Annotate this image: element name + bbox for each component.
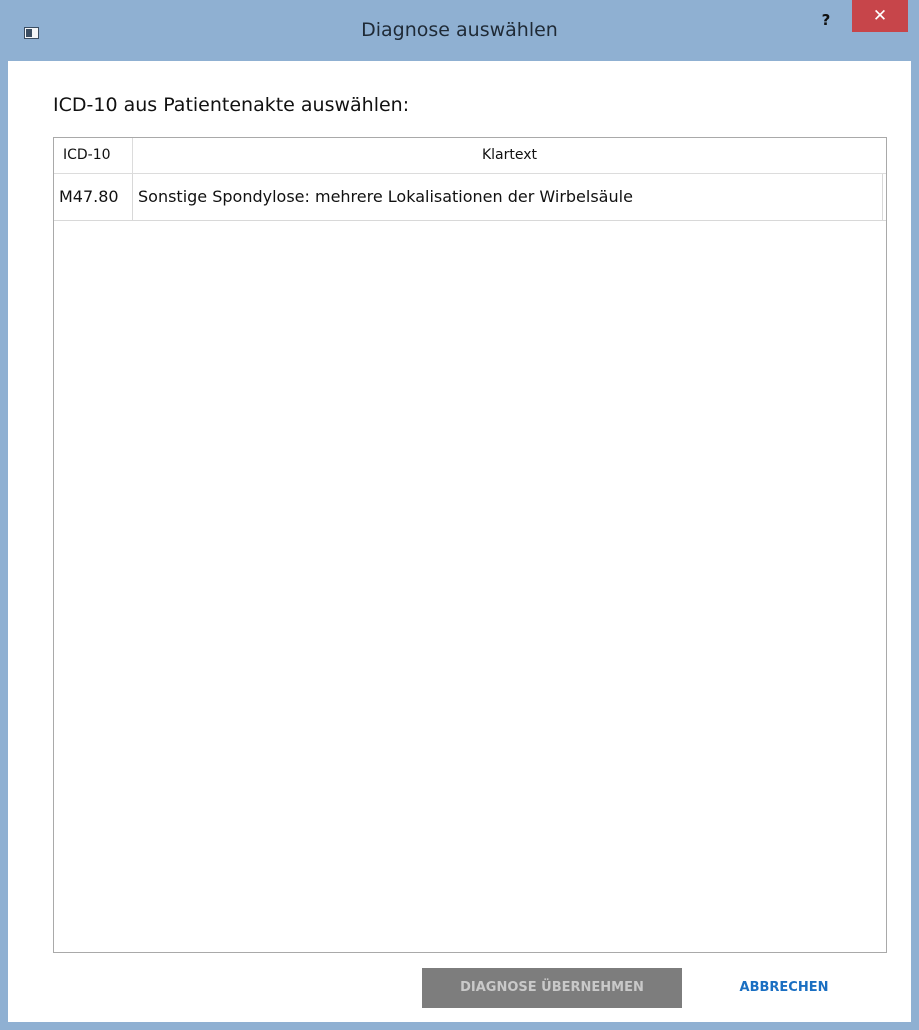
help-button[interactable]: ?	[811, 8, 841, 32]
cancel-button[interactable]: ABBRECHEN	[709, 968, 859, 1008]
accept-diagnosis-button[interactable]: DIAGNOSE ÜBERNEHMEN	[422, 968, 682, 1008]
instruction-label: ICD-10 aus Patientenakte auswählen:	[53, 94, 410, 116]
column-header-klartext[interactable]: Klartext	[133, 138, 886, 173]
table-row[interactable]: M47.80 Sonstige Spondylose: mehrere Loka…	[54, 174, 886, 221]
column-header-icd[interactable]: ICD-10	[54, 138, 133, 173]
window-title: Diagnose auswählen	[361, 19, 558, 41]
cell-icd: M47.80	[54, 174, 133, 220]
dialog-window: Diagnose auswählen ? ✕ ICD-10 aus Patien…	[0, 0, 919, 1030]
close-button[interactable]: ✕	[852, 0, 908, 32]
table-header: ICD-10 Klartext	[54, 138, 886, 174]
dialog-content: ICD-10 aus Patientenakte auswählen: ICD-…	[8, 61, 911, 1022]
close-icon: ✕	[872, 6, 888, 26]
diagnosis-table: ICD-10 Klartext M47.80 Sonstige Spondylo…	[53, 137, 887, 953]
title-bar: Diagnose auswählen ? ✕	[0, 0, 919, 61]
cell-klartext: Sonstige Spondylose: mehrere Lokalisatio…	[133, 174, 883, 220]
